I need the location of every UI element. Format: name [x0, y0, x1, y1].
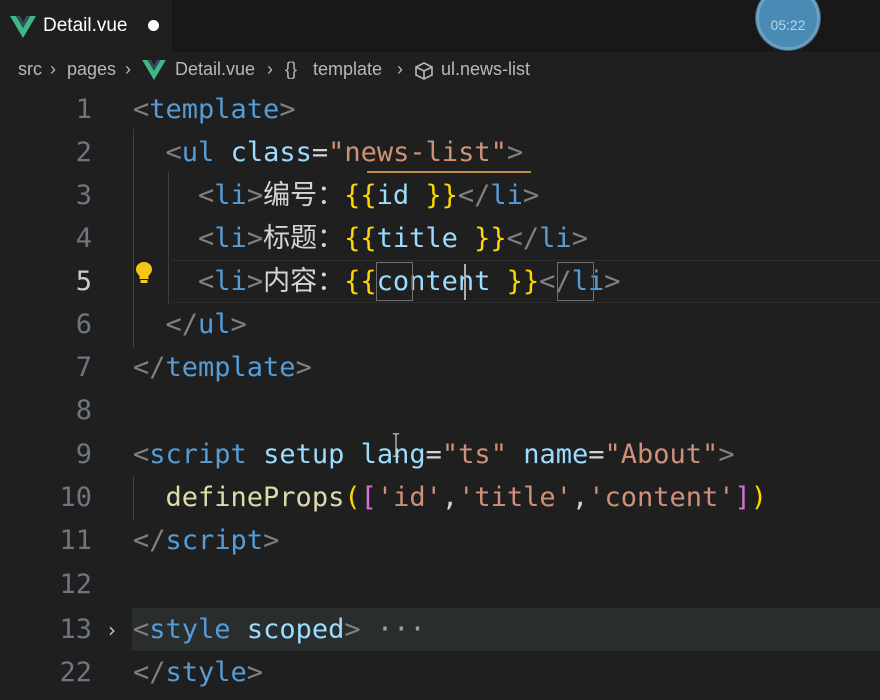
line-number: 2: [75, 137, 92, 168]
code-line-2[interactable]: 2 <ul class="news-list">: [0, 131, 880, 174]
line-number: 1: [75, 94, 92, 125]
code-text: </style>: [133, 657, 264, 688]
line-number: 5: [75, 266, 92, 297]
line-number: 4: [75, 223, 92, 254]
line-number: 9: [75, 439, 92, 470]
line-number: 3: [75, 180, 92, 211]
breadcrumb: src › pages › Detail.vue › {} template ›…: [0, 52, 880, 88]
unsaved-dot-icon[interactable]: [148, 20, 159, 31]
line-number: 22: [59, 657, 92, 688]
breadcrumb-separator-icon: ›: [125, 59, 131, 79]
line-number: 8: [75, 395, 92, 426]
code-line-8[interactable]: 8: [0, 389, 880, 432]
code-text: <style scoped> ···: [133, 614, 426, 645]
code-line-4[interactable]: 4 <li>标题：{{title }}</li>: [0, 217, 880, 260]
line-number: 12: [59, 569, 92, 600]
code-line-7[interactable]: 7 </template>: [0, 346, 880, 389]
code-line-6[interactable]: 6 </ul>: [0, 303, 880, 346]
code-text: </script>: [133, 525, 280, 556]
code-line-13[interactable]: 13 <style scoped> ···: [0, 608, 880, 651]
code-editor[interactable]: 1 <template> 2 <ul class="news-list"> 3 …: [0, 88, 880, 700]
code-text: defineProps(['id','title','content']): [165, 482, 768, 513]
breadcrumb-file[interactable]: Detail.vue: [175, 59, 255, 80]
bracket-match-box: [557, 262, 594, 301]
code-line-3[interactable]: 3 <li>编号：{{id }}</li>: [0, 174, 880, 217]
fold-chevron-icon[interactable]: ›: [108, 618, 116, 642]
text-caret: [464, 264, 466, 300]
code-line-11[interactable]: 11 </script>: [0, 519, 880, 562]
code-line-12[interactable]: 12: [0, 563, 880, 606]
code-line-22[interactable]: 22 </style>: [0, 651, 880, 694]
bracket-match-box: [376, 262, 413, 301]
mouse-ibeam-icon: [392, 433, 400, 457]
tab-label: Detail.vue: [43, 15, 128, 36]
line-number: 10: [59, 482, 92, 513]
folded-ellipsis: ···: [376, 614, 426, 645]
line-number: 7: [75, 352, 92, 383]
code-text: </template>: [133, 352, 312, 383]
braces-icon: {}: [285, 59, 298, 79]
code-text: <li>编号：{{id }}</li>: [198, 180, 540, 211]
vue-file-icon: [10, 16, 36, 38]
tab-bar: Detail.vue 05:22: [0, 0, 880, 53]
code-line-5[interactable]: 5 <li>内容：{{content }}</li>: [0, 260, 880, 303]
tab-detail-vue[interactable]: Detail.vue: [0, 0, 172, 53]
code-line-1[interactable]: 1 <template>: [0, 88, 880, 131]
line-number: 6: [75, 309, 92, 340]
recording-timer: 05:22: [756, 0, 820, 50]
code-text: <ul class="news-list">: [165, 137, 524, 168]
vue-file-icon: [142, 60, 166, 80]
line-number: 13: [59, 614, 92, 645]
code-text: <script setup lang="ts" name="About">: [133, 439, 735, 470]
breadcrumb-separator-icon: ›: [50, 59, 56, 79]
breadcrumb-separator-icon: ›: [267, 59, 273, 79]
breadcrumb-template[interactable]: template: [313, 59, 382, 80]
code-text: </ul>: [165, 309, 247, 340]
code-text: <template>: [133, 94, 296, 125]
code-line-9[interactable]: 9 <script setup lang="ts" name="About">: [0, 433, 880, 476]
breadcrumb-separator-icon: ›: [397, 59, 403, 79]
line-number: 11: [59, 525, 92, 556]
breadcrumb-src[interactable]: src: [18, 59, 42, 80]
code-text: <li>标题：{{title }}</li>: [198, 223, 588, 254]
breadcrumb-element[interactable]: ul.news-list: [441, 59, 530, 80]
timer-text: 05:22: [770, 17, 806, 33]
code-line-10[interactable]: 10 defineProps(['id','title','content']): [0, 476, 880, 519]
lightbulb-icon[interactable]: [134, 260, 154, 286]
match-underline: [367, 171, 531, 173]
cube-icon: [415, 62, 433, 80]
breadcrumb-pages[interactable]: pages: [67, 59, 116, 80]
